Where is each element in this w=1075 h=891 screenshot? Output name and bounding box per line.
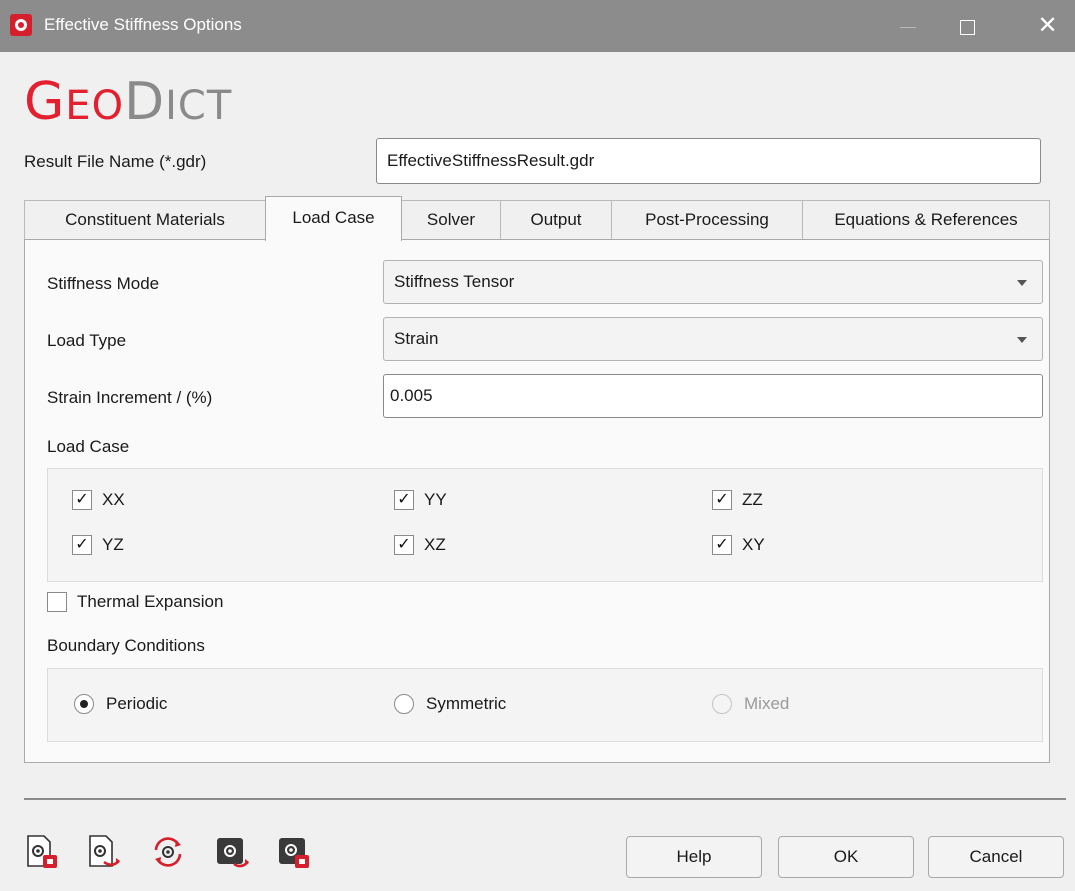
dialog-window: Effective Stiffness Options ✕ GEODICT Re…: [0, 0, 1075, 891]
load-settings-icon[interactable]: [24, 834, 60, 870]
load-case-group-label: Load Case: [47, 437, 130, 456]
load-case-group: ✓ XX ✓ YY ✓ ZZ ✓ YZ ✓ XZ ✓ XY: [47, 468, 1043, 582]
export-settings-icon[interactable]: [214, 834, 250, 870]
close-icon: ✕: [1037, 12, 1058, 39]
geodict-logo: GEODICT: [24, 72, 233, 132]
strain-increment-label: Strain Increment / (%): [47, 388, 213, 407]
checkbox-xx[interactable]: ✓ XX: [72, 490, 125, 510]
cancel-button[interactable]: Cancel: [928, 836, 1064, 878]
radio-disabled-icon: [712, 694, 732, 714]
geodict-app-icon: [10, 14, 32, 36]
load-case-panel: Stiffness Mode Stiffness Tensor Load Typ…: [24, 239, 1050, 763]
empty-checkbox-icon: [47, 592, 67, 612]
thermal-expansion-checkbox[interactable]: Thermal Expansion: [47, 592, 223, 612]
checkmark-icon: ✓: [712, 490, 732, 510]
strain-increment-input[interactable]: 0.005: [383, 374, 1043, 418]
result-file-label: Result File Name (*.gdr): [24, 152, 207, 171]
boundary-conditions-label: Boundary Conditions: [47, 636, 205, 655]
maximize-icon: [960, 19, 975, 35]
result-file-input[interactable]: EffectiveStiffnessResult.gdr: [376, 138, 1041, 184]
stiffness-mode-value: Stiffness Tensor: [394, 272, 515, 291]
checkmark-icon: ✓: [72, 490, 92, 510]
tab-constituent-materials[interactable]: Constituent Materials: [24, 200, 266, 240]
radio-unselected-icon: [394, 694, 414, 714]
checkbox-zz[interactable]: ✓ ZZ: [712, 490, 763, 510]
load-type-dropdown[interactable]: Strain: [383, 317, 1043, 361]
checkmark-icon: ✓: [394, 490, 414, 510]
checkmark-icon: ✓: [394, 535, 414, 555]
maximize-button[interactable]: [940, 0, 995, 52]
radio-selected-icon: [74, 694, 94, 714]
save-settings-icon[interactable]: [86, 834, 122, 870]
tab-solver[interactable]: Solver: [401, 200, 501, 240]
title-bar: Effective Stiffness Options ✕: [0, 0, 1075, 52]
checkmark-icon: ✓: [72, 535, 92, 555]
radio-periodic[interactable]: Periodic: [74, 694, 167, 714]
lock-settings-icon[interactable]: [276, 834, 312, 870]
tab-equations-references[interactable]: Equations & References: [802, 200, 1050, 240]
load-type-label: Load Type: [47, 331, 127, 350]
ok-button[interactable]: OK: [778, 836, 914, 878]
window-title: Effective Stiffness Options: [44, 15, 242, 34]
reset-settings-icon[interactable]: [150, 834, 186, 870]
checkbox-yz[interactable]: ✓ YZ: [72, 535, 124, 555]
tab-post-processing[interactable]: Post-Processing: [611, 200, 803, 240]
boundary-conditions-group: Periodic Symmetric Mixed: [47, 668, 1043, 742]
stiffness-mode-label: Stiffness Mode: [47, 274, 160, 293]
minimize-icon: [899, 26, 916, 28]
stiffness-mode-dropdown[interactable]: Stiffness Tensor: [383, 260, 1043, 304]
tab-bar: Constituent Materials Load Case Solver O…: [24, 196, 1050, 241]
checkmark-icon: ✓: [712, 535, 732, 555]
radio-symmetric[interactable]: Symmetric: [394, 694, 506, 714]
chevron-down-icon: [1017, 337, 1027, 343]
footer-separator: [24, 798, 1066, 800]
tab-output[interactable]: Output: [500, 200, 612, 240]
minimize-button[interactable]: [880, 0, 935, 52]
load-type-value: Strain: [394, 329, 439, 348]
checkbox-xy[interactable]: ✓ XY: [712, 535, 765, 555]
tab-load-case[interactable]: Load Case: [265, 196, 402, 241]
help-button[interactable]: Help: [626, 836, 762, 878]
close-button[interactable]: ✕: [1020, 0, 1075, 52]
checkbox-yy[interactable]: ✓ YY: [394, 490, 447, 510]
checkbox-xz[interactable]: ✓ XZ: [394, 535, 446, 555]
radio-mixed: Mixed: [712, 694, 789, 714]
chevron-down-icon: [1017, 280, 1027, 286]
